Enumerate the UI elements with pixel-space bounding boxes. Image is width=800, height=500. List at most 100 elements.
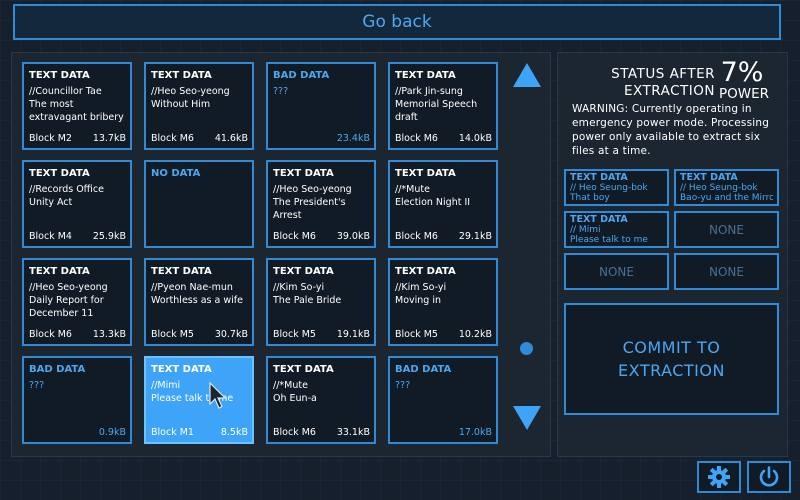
file-card[interactable]: TEXT DATA //Heo Seo-yeong The President's …	[266, 160, 376, 248]
commit-extraction-button[interactable]: COMMIT TO EXTRACTION	[564, 303, 779, 415]
slot-subject: Bao-yu and the Mirror	[680, 193, 773, 203]
card-block: Block M5	[395, 329, 438, 340]
card-block: Block M6	[151, 133, 194, 144]
file-card[interactable]: TEXT DATA //Pyeon Nae-mun Worthless as a w…	[144, 258, 254, 346]
card-sender: //Councillor Tae	[29, 86, 102, 97]
extraction-slot-empty[interactable]: NONE	[674, 211, 779, 248]
file-card[interactable]: BAD DATA??? 23.4kB	[266, 62, 376, 150]
status-title-line2: EXTRACTION	[624, 83, 715, 99]
card-sender: //Heo Seo-yeong	[151, 86, 230, 97]
card-sender: //Records Office	[29, 184, 104, 195]
settings-button[interactable]	[697, 461, 741, 493]
file-card[interactable]: TEXT DATA //*Mute Oh Eun-a Block M6 33.1kB	[266, 356, 376, 444]
power-label: POWER	[718, 86, 770, 102]
scroll-position-indicator[interactable]	[520, 342, 533, 355]
card-sender: //*Mute	[395, 184, 430, 195]
file-grid: TEXT DATA //Councillor Tae The most extrav…	[22, 62, 502, 448]
card-subject: The President's Arrest	[273, 197, 346, 221]
triangle-down-icon	[513, 406, 541, 430]
slot-type: TEXT DATA	[570, 214, 628, 225]
card-block: Block M2	[29, 133, 72, 144]
slot-empty-label: NONE	[599, 264, 634, 279]
card-size: 0.9kB	[98, 427, 126, 438]
card-size: 25.9kB	[92, 231, 126, 242]
slot-empty-label: NONE	[709, 222, 744, 237]
card-sender: ???	[273, 86, 289, 97]
status-title: STATUS AFTER EXTRACTION	[595, 66, 715, 100]
file-card[interactable]: NO DATA	[144, 160, 254, 248]
extraction-slot-empty[interactable]: NONE	[564, 253, 669, 290]
extraction-slot[interactable]: TEXT DATA // Heo Seung-bok That boy	[564, 169, 669, 206]
file-card[interactable]: TEXT DATA //Heo Seo-yeong Without Him Block…	[144, 62, 254, 150]
extraction-slot[interactable]: TEXT DATA // Heo Seung-bok Bao-yu and th…	[674, 169, 779, 206]
power-icon	[759, 466, 779, 487]
card-type: TEXT DATA	[395, 168, 456, 179]
card-sender: //Kim So-yi	[273, 282, 325, 293]
card-size: 39.0kB	[336, 231, 370, 242]
card-subject: Worthless as a wife	[151, 295, 243, 306]
card-size: 10.2kB	[458, 329, 492, 340]
triangle-up-icon	[513, 63, 541, 87]
card-block: Block M6	[29, 329, 72, 340]
card-type: BAD DATA	[273, 70, 330, 81]
card-size: 13.3kB	[92, 329, 126, 340]
card-sender: ???	[395, 380, 411, 391]
card-size: 8.5kB	[220, 427, 248, 438]
file-card[interactable]: TEXT DATA //Kim So-yi The Pale Bride Block …	[266, 258, 376, 346]
card-type: TEXT DATA	[29, 168, 90, 179]
card-sender: //Park Jin-sung	[395, 86, 463, 97]
commit-line1: COMMIT TO	[622, 338, 721, 357]
card-type: TEXT DATA	[273, 364, 334, 375]
status-title-line1: STATUS AFTER	[611, 66, 715, 82]
mouse-cursor-icon	[209, 382, 227, 409]
scroll-down-button[interactable]	[512, 405, 542, 431]
card-sender: //Mimi	[151, 380, 181, 391]
card-type: TEXT DATA	[273, 266, 334, 277]
slot-type: TEXT DATA	[570, 172, 628, 183]
slot-sender: // Heo Seung-bok	[570, 183, 648, 193]
card-subject: Unity Act	[29, 197, 73, 208]
card-size: 14.0kB	[458, 133, 492, 144]
file-card[interactable]: BAD DATA??? 0.9kB	[22, 356, 132, 444]
card-sender: ???	[29, 380, 45, 391]
warning-text: WARNING: Currently operating in emergenc…	[572, 103, 770, 157]
card-subject: Daily Report for December 11	[29, 295, 104, 319]
card-size: 13.7kB	[92, 133, 126, 144]
card-block: Block M5	[151, 329, 194, 340]
card-sender: //Pyeon Nae-mun	[151, 282, 233, 293]
card-size: 30.7kB	[214, 329, 248, 340]
file-card[interactable]: TEXT DATA //Park Jin-sung Memorial Speech …	[388, 62, 498, 150]
file-card[interactable]: TEXT DATA //Kim So-yi Moving in Block M5 10.…	[388, 258, 498, 346]
card-subject: The Pale Bride	[273, 295, 342, 306]
card-sender: //Heo Seo-yeong	[29, 282, 108, 293]
file-card[interactable]: BAD DATA??? 17.0kB	[388, 356, 498, 444]
power-button[interactable]	[747, 461, 791, 493]
card-type: BAD DATA	[29, 364, 86, 375]
file-card[interactable]: TEXT DATA //Heo Seo-yeong Daily Report for…	[22, 258, 132, 346]
file-card[interactable]: TEXT DATA //Records Office Unity Act Block …	[22, 160, 132, 248]
card-block: Block M4	[29, 231, 72, 242]
slot-sender: // Heo Seung-bok	[680, 183, 758, 193]
scroll-up-button[interactable]	[512, 62, 542, 88]
slot-subject: Please talk to me	[570, 235, 648, 245]
card-type: TEXT DATA	[151, 70, 212, 81]
file-card[interactable]: TEXT DATA //*Mute Election Night II Block M…	[388, 160, 498, 248]
card-size: 17.0kB	[458, 427, 492, 438]
card-type: TEXT DATA	[395, 70, 456, 81]
card-type: TEXT DATA	[29, 266, 90, 277]
card-sender: //Heo Seo-yeong	[273, 184, 352, 195]
card-type: TEXT DATA	[151, 266, 212, 277]
card-block: Block M6	[395, 231, 438, 242]
card-size: 19.1kB	[336, 329, 370, 340]
card-subject: Election Night II	[395, 197, 471, 208]
extraction-slot-empty[interactable]: NONE	[674, 253, 779, 290]
card-block: Block M6	[273, 427, 316, 438]
card-type: BAD DATA	[395, 364, 452, 375]
file-card[interactable]: TEXT DATA //Mimi Please talk to me Block M1…	[144, 356, 254, 444]
extraction-slot[interactable]: TEXT DATA // Mimi Please talk to me	[564, 211, 669, 248]
file-card[interactable]: TEXT DATA //Councillor Tae The most extrav…	[22, 62, 132, 150]
card-subject: Please talk to me	[151, 393, 234, 404]
go-back-button[interactable]: Go back	[13, 4, 781, 40]
card-size: 29.1kB	[458, 231, 492, 242]
card-block: Block M6	[395, 133, 438, 144]
